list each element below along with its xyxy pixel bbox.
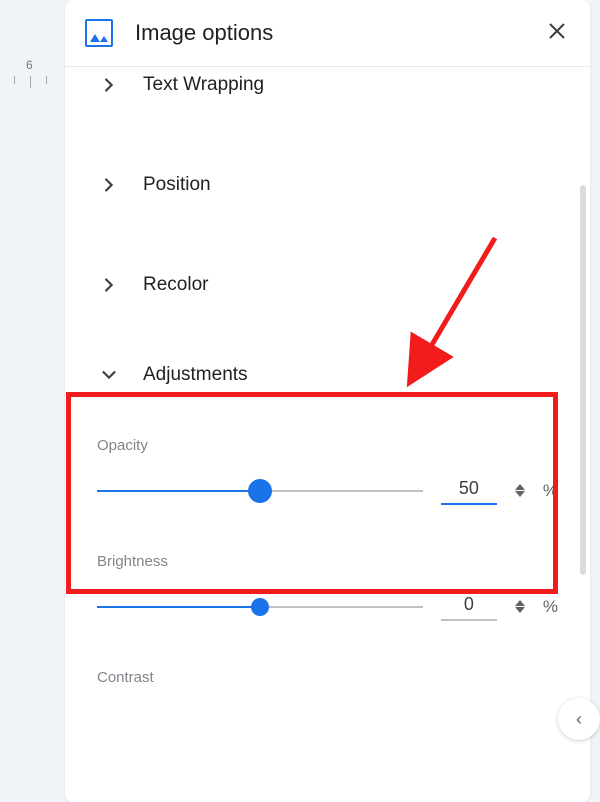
brightness-label: Brightness (97, 553, 558, 570)
chevron-right-icon (97, 73, 121, 97)
image-icon (85, 19, 113, 47)
chevron-right-icon (97, 173, 121, 197)
section-label: Recolor (143, 274, 208, 296)
opacity-label: Opacity (97, 437, 558, 454)
slider-thumb[interactable] (248, 479, 272, 503)
section-text-wrapping[interactable]: Text Wrapping (65, 73, 590, 115)
chevron-down-icon (97, 363, 121, 387)
image-options-panel: Image options Text Wrapping Position (65, 0, 590, 802)
section-label: Text Wrapping (143, 74, 264, 96)
panel-header: Image options (65, 0, 590, 67)
ruler-number: 6 (26, 58, 33, 72)
opacity-stepper[interactable] (515, 484, 525, 497)
stepper-up-icon[interactable] (515, 600, 525, 606)
collapse-button[interactable]: ‹ (558, 698, 600, 740)
section-position[interactable]: Position (65, 155, 590, 215)
section-label: Position (143, 174, 211, 196)
brightness-slider[interactable] (97, 595, 423, 619)
brightness-stepper[interactable] (515, 600, 525, 613)
close-button[interactable] (544, 18, 570, 48)
opacity-slider[interactable] (97, 479, 423, 503)
ruler: 6 (0, 58, 60, 78)
unit-label: % (543, 481, 558, 501)
adjustment-contrast: Contrast (65, 657, 590, 686)
panel-body: Text Wrapping Position Recolor Adjustmen… (65, 67, 590, 802)
stepper-down-icon[interactable] (515, 491, 525, 497)
adjustment-brightness: Brightness % (65, 541, 590, 629)
section-label: Adjustments (143, 364, 248, 386)
stepper-down-icon[interactable] (515, 607, 525, 613)
section-recolor[interactable]: Recolor (65, 255, 590, 315)
brightness-input[interactable] (441, 592, 497, 621)
chevron-right-icon (97, 273, 121, 297)
panel-title: Image options (135, 20, 544, 46)
adjustment-opacity: Opacity % (65, 425, 590, 513)
stepper-up-icon[interactable] (515, 484, 525, 490)
opacity-input[interactable] (441, 476, 497, 505)
close-icon (548, 20, 566, 45)
panel-scrollbar[interactable] (580, 185, 586, 575)
section-adjustments[interactable]: Adjustments (65, 345, 590, 405)
slider-thumb[interactable] (251, 598, 269, 616)
unit-label: % (543, 597, 558, 617)
contrast-label: Contrast (97, 669, 558, 686)
chevron-left-icon: ‹ (576, 709, 582, 730)
